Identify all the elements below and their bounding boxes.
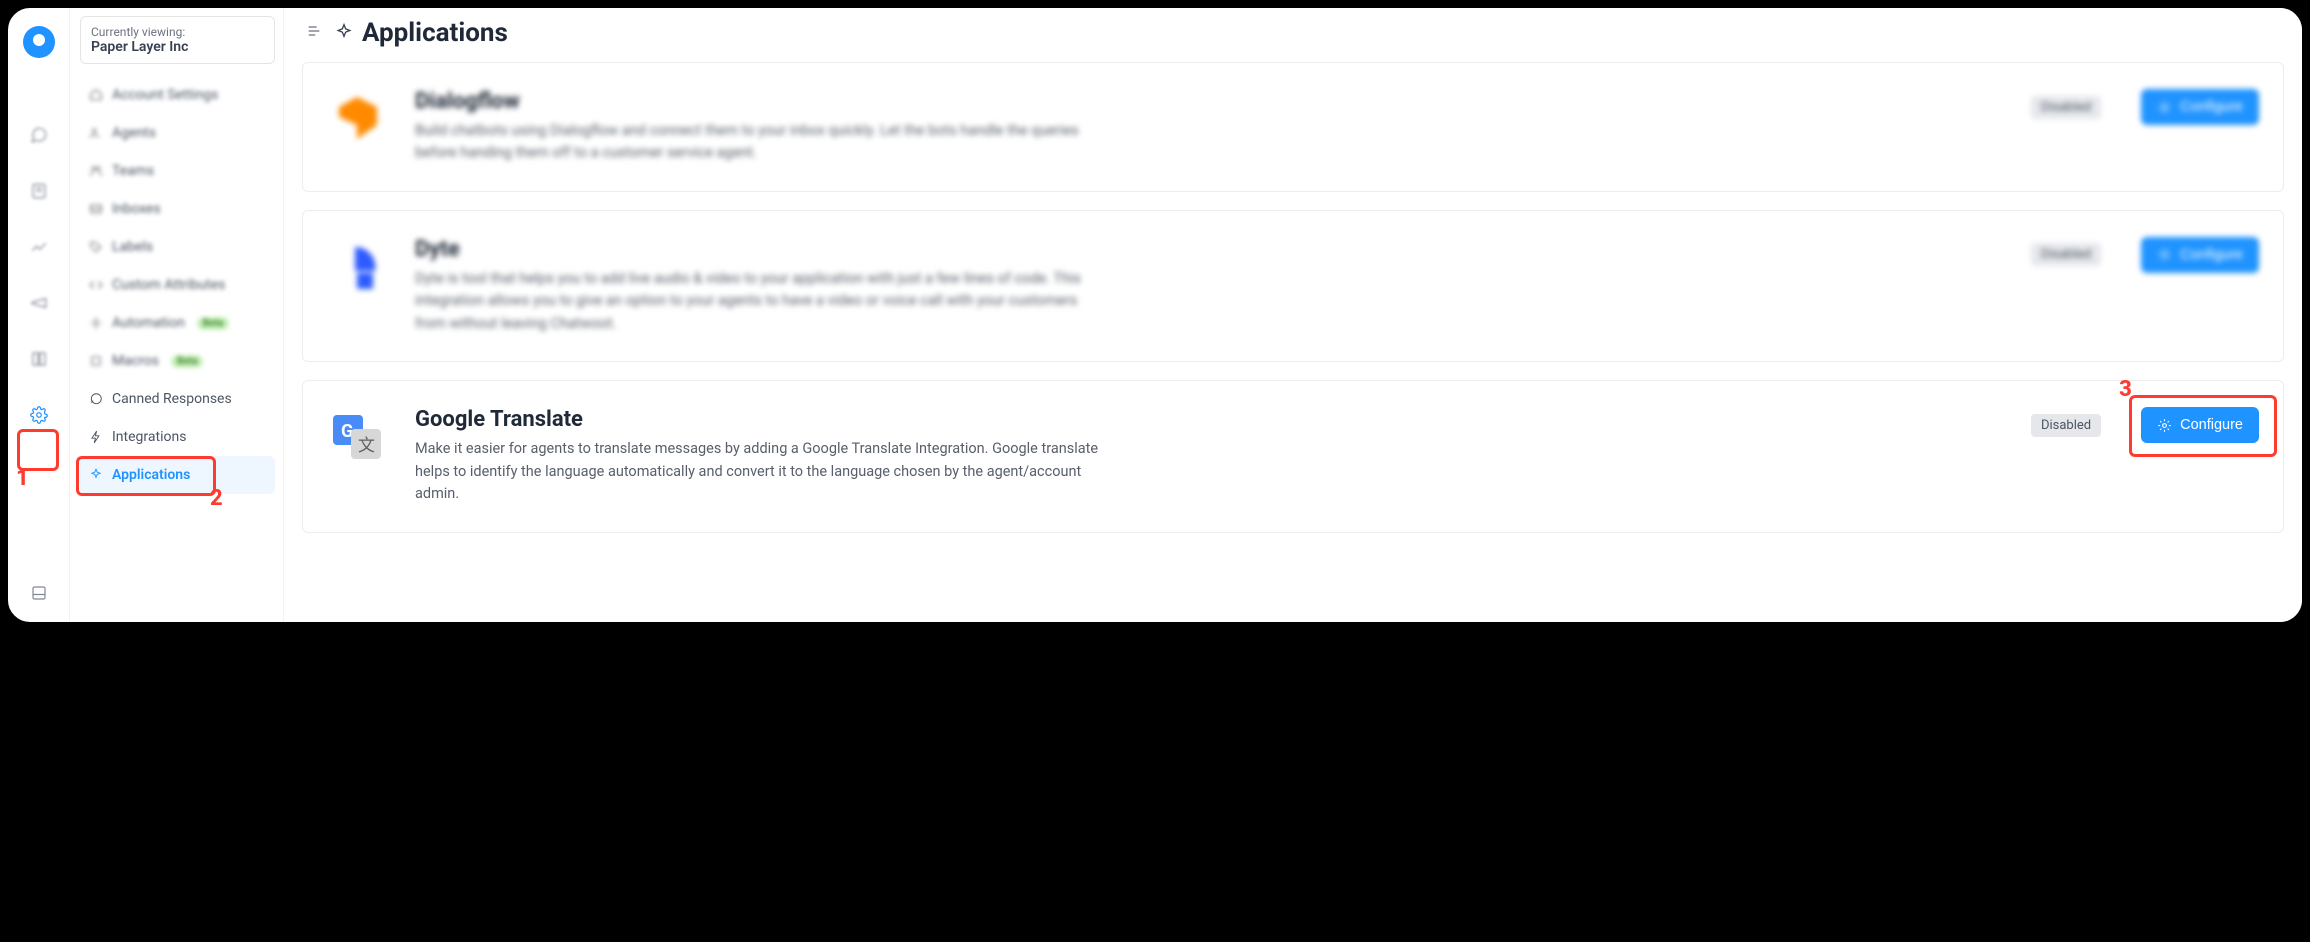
app-card-dialogflow: Dialogflow Build chatbots using Dialogfl… — [302, 62, 2284, 192]
toggle-sidebar-icon[interactable] — [306, 23, 322, 43]
code-icon — [88, 277, 104, 293]
settings-icon[interactable] — [22, 398, 56, 432]
configure-button[interactable]: Configure — [2141, 407, 2259, 443]
annotation-label-2: 2 — [210, 486, 223, 511]
sidebar-item-label: Canned Responses — [112, 391, 232, 407]
google-translate-logo: G 文 — [327, 407, 387, 467]
annotation-label-3: 3 — [2119, 377, 2132, 402]
annotation-label-1: 1 — [16, 466, 29, 491]
app-title: Dialogflow — [415, 89, 2003, 114]
dialogflow-logo — [327, 89, 387, 149]
sidebar-item-label: Labels — [112, 239, 153, 255]
org-switcher-label: Currently viewing: — [91, 25, 264, 39]
sidebar-item-label: Applications — [112, 467, 190, 483]
configure-button[interactable]: Configure — [2141, 237, 2259, 273]
automation-icon — [88, 315, 104, 331]
annotation-box-1 — [17, 429, 59, 471]
sidebar-item-applications[interactable]: Applications — [80, 456, 275, 494]
sidebar-item-label: Integrations — [112, 429, 186, 445]
bolt-icon — [88, 429, 104, 445]
status-badge: Disabled — [2031, 243, 2101, 266]
conversations-icon[interactable] — [22, 118, 56, 152]
teams-icon — [88, 163, 104, 179]
sparkle-icon — [88, 467, 104, 483]
status-badge: Disabled — [2031, 96, 2101, 119]
page-title: Applications — [334, 18, 508, 48]
button-label: Configure — [2180, 417, 2243, 433]
sidebar-item-label: Agents — [112, 125, 156, 141]
contacts-icon[interactable] — [22, 174, 56, 208]
app-logo[interactable] — [23, 26, 55, 58]
app-description: Build chatbots using Dialogflow and conn… — [415, 120, 1105, 165]
sidebar-item-label: Macros — [112, 353, 159, 369]
sidebar-item-labels[interactable]: Labels — [80, 228, 275, 266]
beta-badge: Beta — [171, 355, 203, 368]
org-switcher[interactable]: Currently viewing: Paper Layer Inc — [80, 16, 275, 64]
sidebar-item-label: Automation — [112, 315, 185, 331]
home-icon — [88, 87, 104, 103]
inbox-icon — [88, 201, 104, 217]
beta-badge: Beta — [197, 317, 229, 330]
sidebar-item-agents[interactable]: Agents — [80, 114, 275, 152]
sidebar-item-custom-attributes[interactable]: Custom Attributes — [80, 266, 275, 304]
sidebar-item-label: Custom Attributes — [112, 277, 225, 293]
macros-icon — [88, 353, 104, 369]
app-title: Google Translate — [415, 407, 2003, 432]
sidebar-item-account-settings[interactable]: Account Settings — [80, 76, 275, 114]
sidebar-item-integrations[interactable]: Integrations — [80, 418, 275, 456]
button-label: Configure — [2180, 99, 2243, 115]
app-description: Dyte is tool that helps you to add live … — [415, 268, 1105, 335]
help-center-icon[interactable] — [22, 342, 56, 376]
sidebar-item-macros[interactable]: Macros Beta — [80, 342, 275, 380]
campaigns-icon[interactable] — [22, 286, 56, 320]
settings-sidebar: Currently viewing: Paper Layer Inc Accou… — [70, 8, 284, 622]
sidebar-item-inboxes[interactable]: Inboxes — [80, 190, 275, 228]
app-card-google-translate: G 文 Google Translate Make it easier for … — [302, 380, 2284, 532]
docs-icon[interactable] — [22, 576, 56, 610]
sidebar-item-automation[interactable]: Automation Beta — [80, 304, 275, 342]
svg-text:文: 文 — [358, 436, 375, 456]
app-title: Dyte — [415, 237, 2003, 262]
reports-icon[interactable] — [22, 230, 56, 264]
people-icon — [88, 125, 104, 141]
page-title-text: Applications — [362, 18, 508, 48]
sidebar-item-label: Account Settings — [112, 87, 218, 103]
org-switcher-current: Paper Layer Inc — [91, 39, 264, 55]
main-content: Applications Dialogflow Build chatbots u… — [284, 8, 2302, 622]
app-description: Make it easier for agents to translate m… — [415, 438, 1105, 505]
configure-button[interactable]: Configure — [2141, 89, 2259, 125]
dyte-logo — [327, 237, 387, 297]
sidebar-item-label: Inboxes — [112, 201, 161, 217]
app-card-dyte: Dyte Dyte is tool that helps you to add … — [302, 210, 2284, 362]
button-label: Configure — [2180, 247, 2243, 263]
status-badge: Disabled — [2031, 414, 2101, 437]
icon-rail: 1 — [8, 8, 70, 622]
sidebar-item-label: Teams — [112, 163, 154, 179]
tag-icon — [88, 239, 104, 255]
sidebar-item-canned-responses[interactable]: Canned Responses — [80, 380, 275, 418]
sidebar-item-teams[interactable]: Teams — [80, 152, 275, 190]
chat-icon — [88, 391, 104, 407]
